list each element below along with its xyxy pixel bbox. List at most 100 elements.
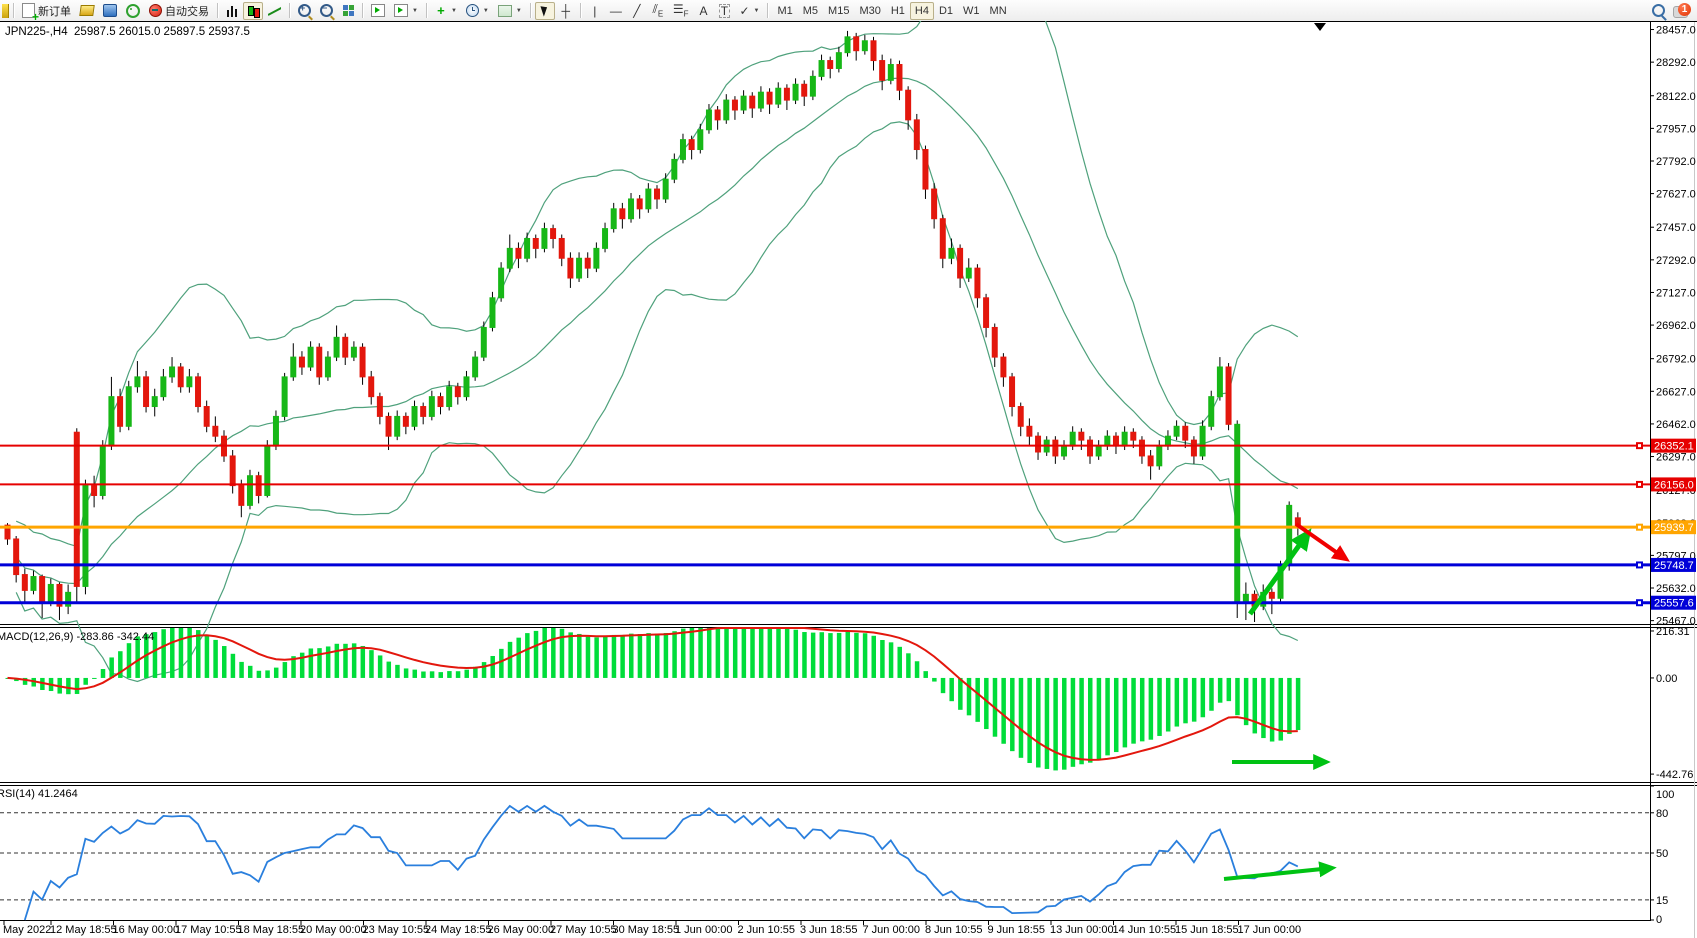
- timeframe-W1[interactable]: W1: [958, 2, 985, 20]
- candle-body: [135, 377, 140, 387]
- candle-body: [1070, 432, 1075, 446]
- macd-bar: [213, 640, 218, 678]
- signals-button[interactable]: [122, 2, 144, 20]
- candle-body: [48, 584, 53, 602]
- macd-bar: [698, 628, 703, 678]
- zoom-in-button[interactable]: +: [294, 2, 315, 20]
- community-button[interactable]: [99, 2, 121, 20]
- horizontal-line-icon: —: [610, 5, 622, 17]
- macd-bar: [1079, 678, 1084, 764]
- zoom-out-button[interactable]: −: [316, 2, 337, 20]
- toolbar-separator: [580, 3, 581, 18]
- timeframe-D1[interactable]: D1: [934, 2, 958, 20]
- time-tick-label: 12 May 18:55: [50, 924, 117, 936]
- signal-icon: [126, 4, 140, 18]
- arrows-icon: ✓: [739, 5, 749, 17]
- macd-bar: [664, 633, 669, 678]
- tile-windows-button[interactable]: [338, 2, 358, 20]
- timeframe-M15[interactable]: M15: [823, 2, 854, 20]
- search-button[interactable]: [1648, 2, 1669, 20]
- timeframe-MN[interactable]: MN: [985, 2, 1012, 20]
- price-tick-label: 28292.0: [1656, 57, 1696, 69]
- candle-body: [949, 248, 954, 258]
- candle-body: [109, 397, 114, 446]
- text-label-tool[interactable]: T: [714, 2, 734, 20]
- macd-bar: [811, 633, 816, 678]
- candle-body: [273, 416, 278, 446]
- hline-handle-dot: [1638, 444, 1641, 447]
- timeframe-M5[interactable]: M5: [798, 2, 823, 20]
- macd-indicator-label: MACD(12,26,9) -283.86 -342.44: [0, 631, 154, 643]
- notifications-button[interactable]: 1: [1673, 3, 1691, 18]
- bar-chart-icon: [226, 5, 238, 17]
- chart-canvas[interactable]: 28457.028292.028122.027957.027792.027627…: [0, 0, 1697, 938]
- equidistant-channel-tool[interactable]: ⫽E: [648, 2, 668, 20]
- macd-bar: [776, 628, 781, 678]
- macd-bar: [516, 638, 521, 678]
- hline-price-badge-label: 25557.6: [1654, 598, 1694, 610]
- macd-bar: [802, 632, 807, 678]
- candle-body: [871, 41, 876, 61]
- hline-handle-dot: [1638, 563, 1641, 566]
- candle-body: [256, 476, 261, 496]
- candlestick-chart-button[interactable]: [243, 2, 263, 20]
- chevron-down-icon: ▼: [451, 8, 457, 14]
- timeframe-H1[interactable]: H1: [886, 2, 910, 20]
- auto-trading-button[interactable]: 自动交易: [145, 2, 213, 20]
- macd-bar: [490, 656, 495, 678]
- cursor-button[interactable]: [535, 2, 555, 20]
- toolbar-separator: [362, 3, 363, 18]
- rsi-tick-label: 15: [1656, 895, 1668, 907]
- candle-body: [603, 229, 608, 249]
- candle-body: [802, 84, 807, 96]
- line-chart-button[interactable]: [264, 2, 285, 20]
- candle-body: [992, 327, 997, 357]
- fibonacci-tool[interactable]: ☰F: [669, 2, 693, 20]
- candle-body: [1010, 377, 1015, 407]
- candle-body: [637, 199, 642, 209]
- horizontal-line-tool[interactable]: —: [606, 2, 626, 20]
- candle-body: [836, 53, 841, 69]
- periods-button[interactable]: ▼: [462, 2, 493, 20]
- trendline-tool[interactable]: ╱: [627, 2, 647, 20]
- macd-bar: [724, 628, 729, 678]
- macd-bar: [1253, 678, 1258, 733]
- clock-icon: [466, 4, 479, 17]
- macd-bar: [577, 634, 582, 678]
- candle-body: [1105, 436, 1110, 446]
- candle-body: [421, 407, 426, 417]
- indicators-button[interactable]: +▼: [431, 2, 461, 20]
- macd-bar: [283, 662, 288, 678]
- new-order-button[interactable]: 新订单: [18, 2, 75, 20]
- vertical-line-tool[interactable]: |: [585, 2, 605, 20]
- profile-next-button[interactable]: ▼: [390, 2, 422, 20]
- macd-bar: [551, 628, 556, 678]
- crosshair-button[interactable]: ┼: [556, 2, 576, 20]
- market-watch-button[interactable]: [76, 2, 98, 20]
- candle-body: [655, 189, 660, 199]
- templates-button[interactable]: ▼: [494, 2, 526, 20]
- candle-body: [1079, 432, 1084, 440]
- chevron-down-icon: ▼: [754, 8, 760, 14]
- chart-background[interactable]: [0, 22, 1697, 938]
- arrows-tool[interactable]: ✓▼: [735, 2, 763, 20]
- macd-bar: [759, 628, 764, 678]
- timeframe-M30[interactable]: M30: [854, 2, 885, 20]
- macd-bar: [889, 642, 894, 678]
- toolbar-separator: [426, 3, 427, 18]
- macd-bar: [464, 670, 469, 678]
- candle-body: [213, 426, 218, 436]
- price-tick-label: 28122.0: [1656, 91, 1696, 103]
- macd-bar: [1019, 678, 1024, 758]
- profile-button[interactable]: [367, 2, 389, 20]
- text-tool[interactable]: A: [693, 2, 713, 20]
- candle-body: [438, 397, 443, 407]
- candle-body: [784, 88, 789, 100]
- clipped-toolbar-icon[interactable]: [2, 4, 9, 18]
- candle-body: [698, 130, 703, 150]
- timeframe-M1[interactable]: M1: [772, 2, 797, 20]
- macd-bar: [1175, 678, 1180, 727]
- candle-body: [152, 397, 157, 407]
- bar-chart-button[interactable]: [222, 2, 242, 20]
- timeframe-H4[interactable]: H4: [910, 2, 934, 20]
